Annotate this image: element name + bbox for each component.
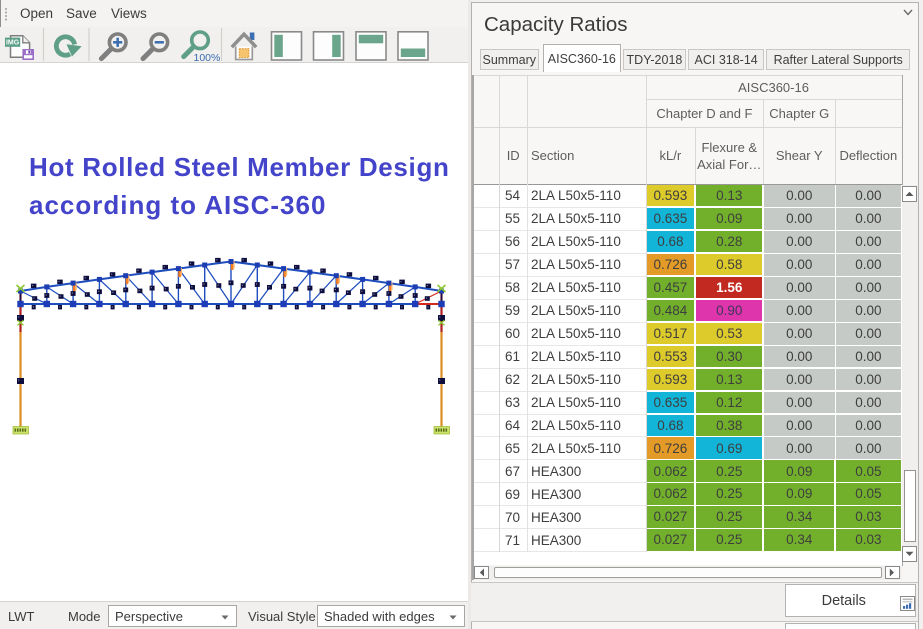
svg-text:IMG: IMG <box>6 40 20 47</box>
